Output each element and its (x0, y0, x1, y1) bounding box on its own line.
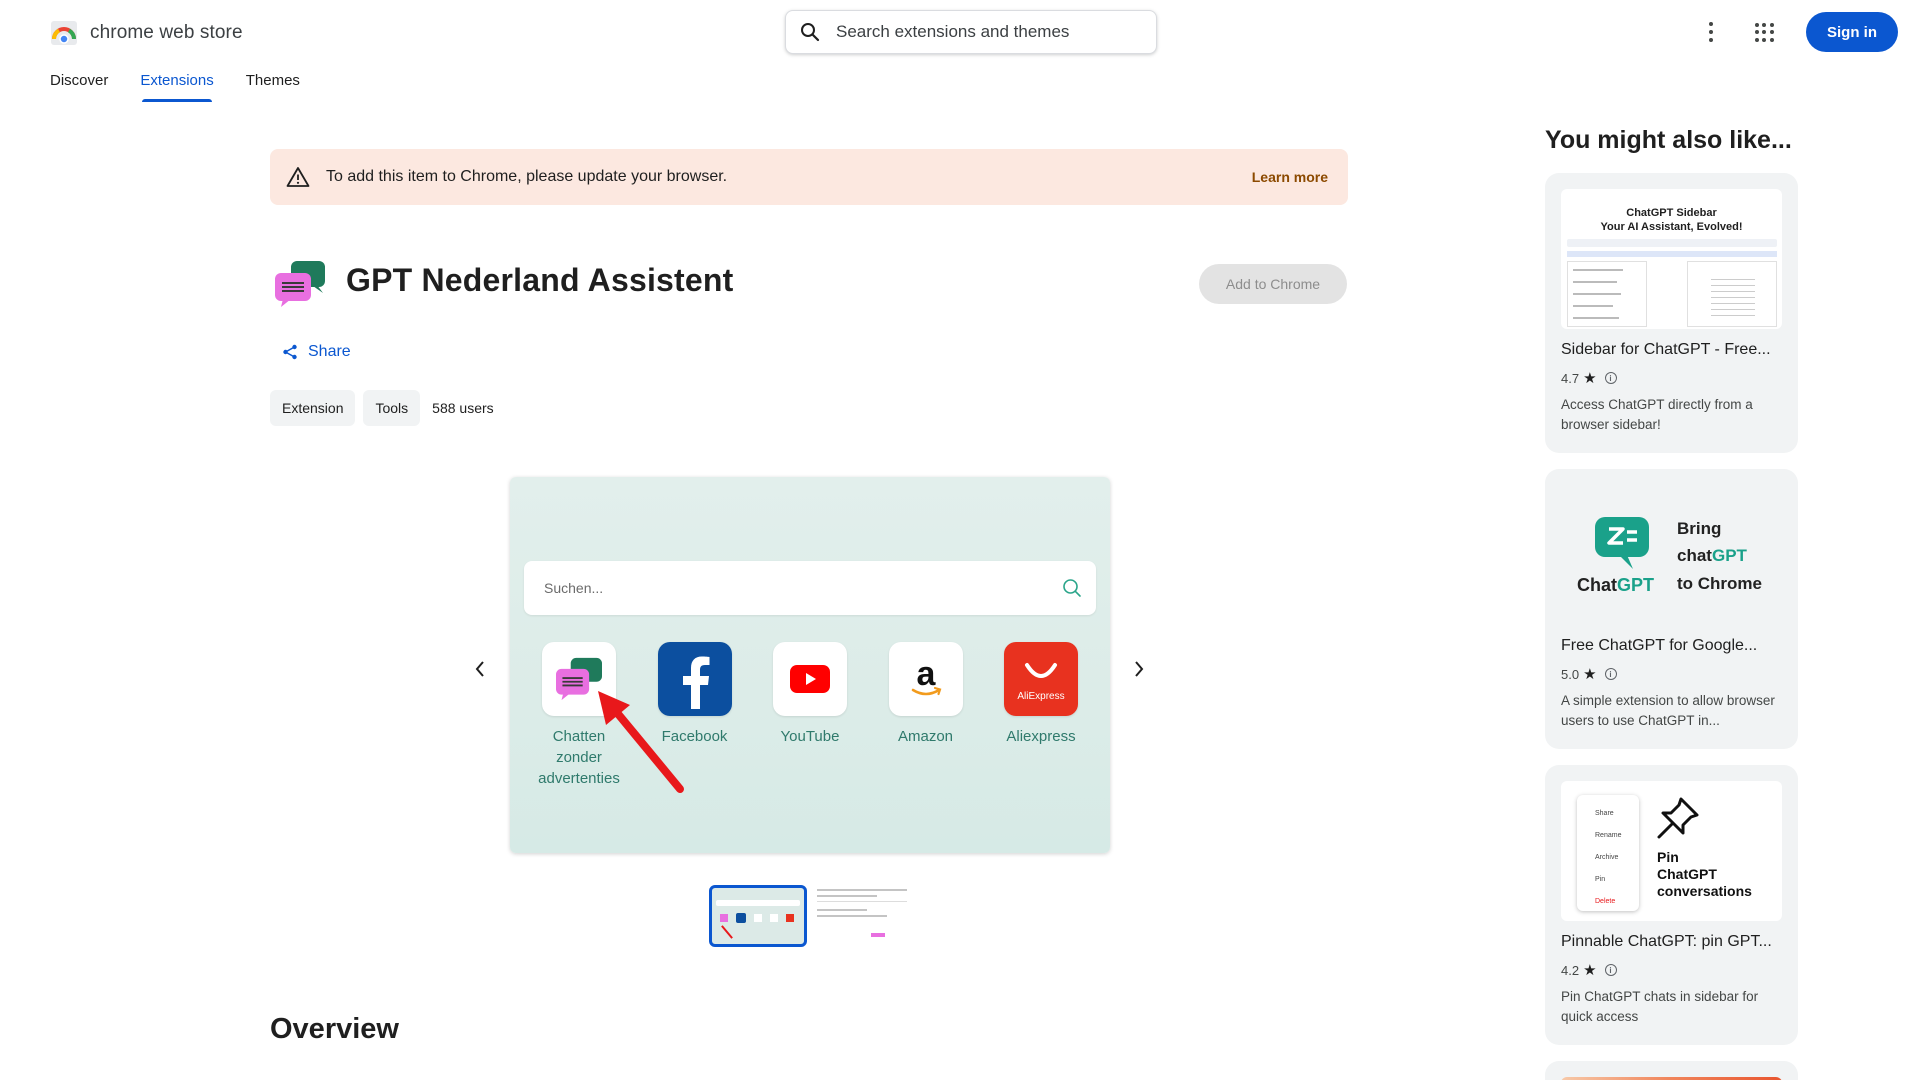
search-bar[interactable] (785, 10, 1157, 54)
search-icon (1063, 579, 1081, 597)
card-description: Pin ChatGPT chats in sidebar for quick a… (1561, 989, 1759, 1024)
search-icon (801, 23, 820, 42)
card-rating: 4.2 ★ i (1561, 961, 1617, 979)
info-icon[interactable]: i (1604, 668, 1617, 680)
carousel-prev-button[interactable] (465, 654, 495, 684)
update-browser-banner: To add this item to Chrome, please updat… (270, 149, 1348, 205)
info-icon[interactable]: i (1604, 372, 1617, 384)
promo-title: ChatGPT Sidebar (1626, 207, 1717, 219)
amazon-icon: a (911, 657, 941, 696)
recommendation-card[interactable]: Share Rename Archive Pin Delete Pin Chat… (1545, 765, 1798, 1045)
card-name: Free ChatGPT for Google... (1561, 637, 1758, 654)
tile-label: Amazon (897, 728, 954, 745)
tile-amazon: a Amazon (871, 642, 981, 789)
pin-icon (1657, 797, 1699, 839)
overview-heading: Overview (270, 1013, 399, 1045)
share-icon (283, 344, 297, 360)
google-apps-icon[interactable] (1744, 12, 1784, 52)
promo-line-3: to Chrome (1677, 574, 1762, 593)
card-rating: 5.0 ★ i (1561, 665, 1617, 683)
chevron-right-icon (1135, 661, 1144, 677)
card-description: Access ChatGPT directly from a browser s… (1561, 397, 1753, 432)
card-description: A simple extension to allow browser user… (1561, 693, 1775, 728)
nav-extensions[interactable]: Extensions (140, 72, 214, 102)
carousel-next-button[interactable] (1124, 654, 1154, 684)
learn-more-link[interactable]: Learn more (1252, 169, 1328, 185)
aliexpress-icon: AliExpress (1017, 663, 1065, 702)
star-icon: ★ (1583, 666, 1597, 683)
recommendation-card[interactable] (1545, 1061, 1798, 1080)
thumbnail-1[interactable] (709, 885, 807, 947)
card-promo-image: ChatGPT Bring chatGPT to Chrome (1561, 485, 1782, 625)
promo-line-2: chatGPT (1677, 546, 1747, 565)
warning-icon (286, 167, 310, 187)
extension-title: GPT Nederland Assistent (346, 262, 734, 298)
star-icon: ★ (1583, 370, 1597, 387)
red-arrow-annotation (598, 691, 684, 793)
card-promo-image: Share Rename Archive Pin Delete Pin Chat… (1561, 781, 1782, 921)
nav-themes[interactable]: Themes (246, 72, 300, 89)
star-icon: ★ (1583, 962, 1597, 979)
main-nav: Discover Extensions Themes (50, 72, 300, 102)
chrome-web-store-icon (51, 21, 77, 45)
banner-message: To add this item to Chrome, please updat… (326, 168, 728, 185)
screenshot-search-bar: Suchen... (524, 561, 1096, 615)
tile-label: Aliexpress (1006, 728, 1076, 745)
card-name: Sidebar for ChatGPT - Free... (1561, 341, 1771, 358)
promo-logo: ChatGPT (1577, 575, 1655, 595)
recommendation-card[interactable]: ChatGPT Bring chatGPT to Chrome Free Cha… (1545, 469, 1798, 749)
chatgpt-bubble-icon (1595, 517, 1649, 569)
nav-discover[interactable]: Discover (50, 72, 108, 89)
recommendations-title: You might also like... (1545, 126, 1792, 154)
youtube-icon (790, 665, 830, 693)
chat-bubbles-icon (275, 261, 325, 307)
screenshot-thumbnails (709, 885, 911, 947)
share-button[interactable]: Share (282, 343, 351, 361)
add-to-chrome-button[interactable]: Add to Chrome (1199, 264, 1347, 304)
more-options-icon[interactable] (1700, 12, 1722, 52)
promo-menu: Share Rename Archive Pin Delete (1577, 795, 1639, 911)
promo-subtitle: Your AI Assistant, Evolved! (1600, 221, 1743, 233)
screenshot-main: Suchen... Chatten zonder advertenties Fa… (510, 477, 1110, 853)
user-count: 588 users (432, 400, 494, 416)
tile-aliexpress: AliExpress Aliexpress (986, 642, 1096, 789)
search-input[interactable] (836, 22, 1136, 42)
screenshot-search-placeholder: Suchen... (544, 580, 604, 596)
sign-in-button[interactable]: Sign in (1806, 12, 1898, 52)
svg-text:a: a (916, 657, 936, 693)
logo-text: chrome web store (90, 22, 243, 43)
chip-extension[interactable]: Extension (270, 390, 356, 426)
recommendation-card[interactable]: ChatGPT Sidebar Your AI Assistant, Evolv… (1545, 173, 1798, 453)
chip-tools[interactable]: Tools (363, 390, 421, 426)
chevron-left-icon (475, 661, 484, 677)
rating-value: 5.0 (1561, 666, 1580, 682)
tile-youtube: YouTube (755, 642, 865, 789)
promo-line-1: Bring (1677, 519, 1722, 538)
category-chips: Extension Tools 588 users (270, 390, 494, 426)
thumbnail-2[interactable] (813, 885, 911, 947)
card-promo-image: ChatGPT Sidebar Your AI Assistant, Evolv… (1561, 189, 1782, 329)
info-icon[interactable]: i (1604, 964, 1617, 976)
tile-label: YouTube (780, 728, 840, 745)
promo-text: Pin ChatGPT conversations (1657, 849, 1752, 899)
share-label: Share (308, 343, 351, 360)
card-name: Pinnable ChatGPT: pin GPT... (1561, 933, 1772, 950)
rating-value: 4.2 (1561, 962, 1580, 978)
card-rating: 4.7 ★ i (1561, 369, 1617, 387)
aliexpress-logo-text: AliExpress (1017, 691, 1064, 702)
rating-value: 4.7 (1561, 370, 1580, 386)
chrome-web-store-logo[interactable]: chrome web store (50, 19, 243, 47)
